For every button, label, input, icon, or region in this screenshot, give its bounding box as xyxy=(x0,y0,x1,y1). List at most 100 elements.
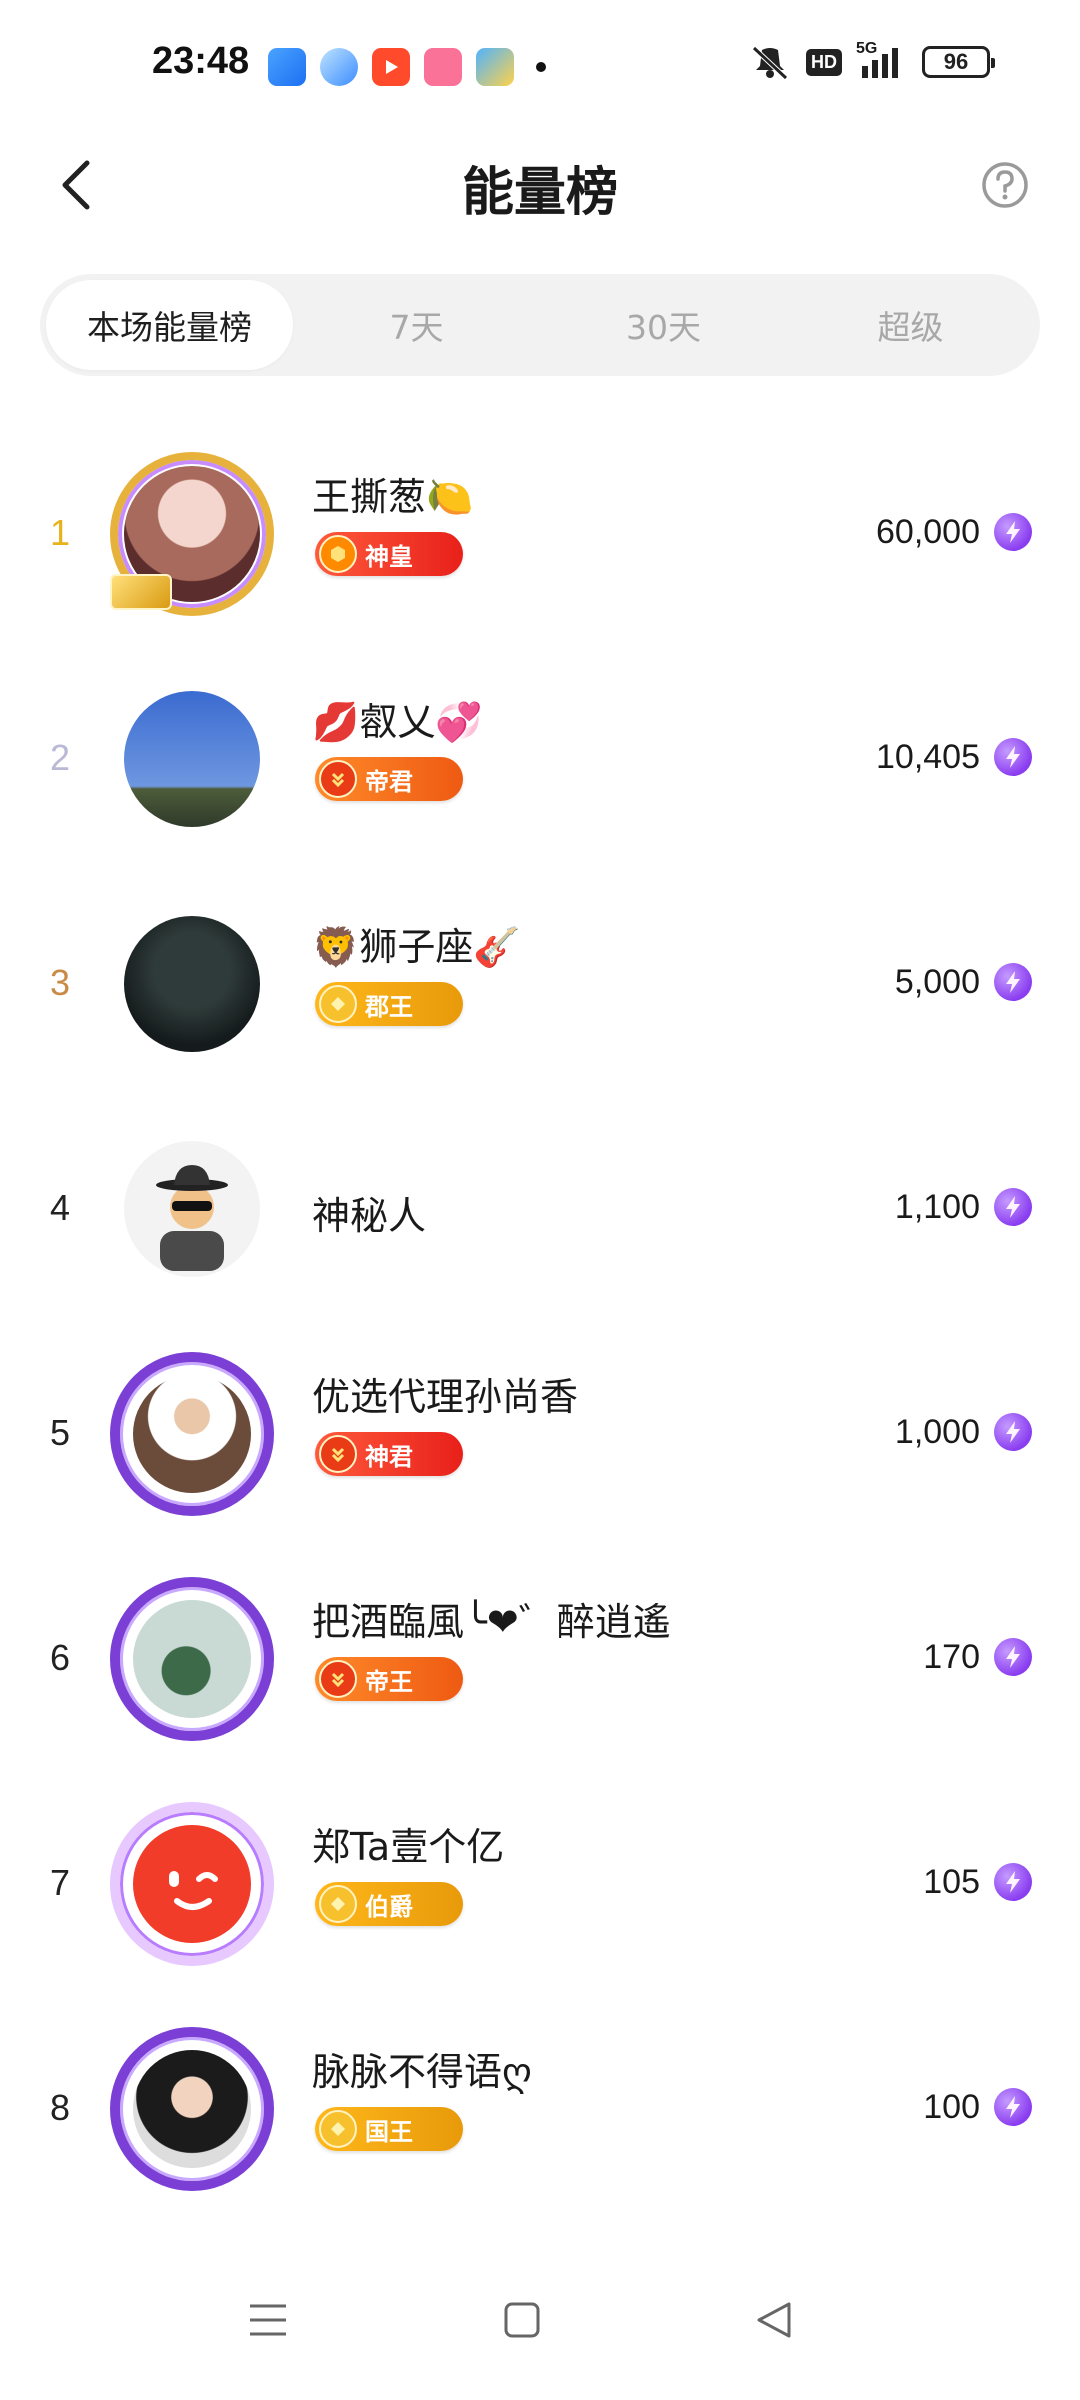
avatar xyxy=(133,1600,251,1718)
energy-score: 5,000 xyxy=(894,963,980,1001)
user-name: 王撕葱🍋 xyxy=(312,475,474,519)
home-button[interactable] xyxy=(482,2280,562,2360)
level-badge: 国王 xyxy=(315,2107,463,2151)
level-badge: 神君 xyxy=(315,1432,463,1476)
rank-number: 7 xyxy=(49,1861,71,1903)
avatar xyxy=(133,1375,251,1493)
feather-app-icon xyxy=(320,48,358,86)
tab-super[interactable]: 超级 xyxy=(787,280,1034,370)
triangle-back-icon xyxy=(757,2302,791,2338)
ranking-row[interactable]: 7 郑Ta壹个亿 伯爵 105 xyxy=(0,1770,1080,1995)
user-name: 🦁狮子座🎸 xyxy=(312,925,521,969)
ranking-row[interactable]: 6 把酒臨風╰❤゛醉逍遙 帝王 170 xyxy=(0,1545,1080,1770)
energy-score: 170 xyxy=(923,1638,980,1676)
square-icon xyxy=(504,2302,540,2338)
ranking-row[interactable]: 8 脉脉不得语ღ 国王 100 xyxy=(0,1995,1080,2220)
lightning-icon xyxy=(994,513,1032,551)
files-app-icon xyxy=(268,48,306,86)
level-badge-label: 神君 xyxy=(365,1442,413,1471)
ranking-row[interactable]: 3 🦁狮子座🎸 郡王 5,000 xyxy=(0,870,1080,1095)
tab-30-days[interactable]: 30天 xyxy=(540,280,787,370)
energy-ranking-page: 23:48 HD 5G 96 能量榜 本场能量榜 7天 30天 超级 1 王撕葱… xyxy=(0,0,1080,2400)
wink-face-avatar xyxy=(133,1825,251,1943)
lightning-icon xyxy=(994,1188,1032,1226)
battery-level: 96 xyxy=(943,49,969,74)
tab-current-session[interactable]: 本场能量榜 xyxy=(46,280,293,370)
energy-score: 10,405 xyxy=(876,738,980,776)
level-badge-icon xyxy=(319,985,357,1023)
avatar-frame xyxy=(110,1127,274,1291)
rank-number: 8 xyxy=(49,2086,71,2128)
mute-icon xyxy=(752,46,788,80)
lightning-icon xyxy=(994,1413,1032,1451)
status-app-icons xyxy=(268,48,546,86)
avatar-frame xyxy=(110,677,274,841)
bilibili-app-icon xyxy=(424,48,462,86)
gold-card-icon xyxy=(110,574,172,610)
avatar-frame xyxy=(110,1802,274,1966)
hd-icon: HD xyxy=(806,48,842,76)
level-badge-label: 帝君 xyxy=(365,767,413,796)
level-badge-label: 伯爵 xyxy=(365,1892,413,1921)
rank-number: 3 xyxy=(49,961,71,1003)
lightning-icon xyxy=(994,738,1032,776)
user-name: 💋㕡乂💞 xyxy=(312,700,483,744)
avatar xyxy=(124,691,260,827)
avatar-frame xyxy=(110,452,274,616)
battery-icon: 96 xyxy=(922,46,995,78)
status-bar: 23:48 HD 5G 96 xyxy=(0,0,1080,130)
rank-number: 6 xyxy=(49,1636,71,1678)
avatar-frame xyxy=(110,902,274,1066)
user-name: 优选代理孙尚香 xyxy=(312,1375,579,1419)
energy-score: 60,000 xyxy=(876,513,980,551)
energy-score: 105 xyxy=(923,1863,980,1901)
mystery-user-avatar xyxy=(124,1141,260,1277)
tab-7-days[interactable]: 7天 xyxy=(293,280,540,370)
ranking-row[interactable]: 4 神秘人 1,100 xyxy=(0,1095,1080,1320)
level-badge-icon xyxy=(319,2110,357,2148)
energy-score: 1,100 xyxy=(894,1188,980,1226)
energy-score: 1,000 xyxy=(894,1413,980,1451)
level-badge-icon xyxy=(319,760,357,798)
video-app-icon xyxy=(372,48,410,86)
ranking-list: 1 王撕葱🍋 神皇 60,000 2 💋㕡乂💞 帝君 10,405 3 🦁狮子座… xyxy=(0,420,1080,2220)
ranking-tabs: 本场能量榜 7天 30天 超级 xyxy=(40,274,1040,376)
question-circle-icon xyxy=(982,162,1028,208)
ranking-row[interactable]: 5 优选代理孙尚香 神君 1,000 xyxy=(0,1320,1080,1545)
rank-number: 5 xyxy=(49,1411,71,1453)
lightning-icon xyxy=(994,1863,1032,1901)
lightning-icon xyxy=(994,1638,1032,1676)
status-time: 23:48 xyxy=(152,40,250,82)
rank-number: 4 xyxy=(49,1186,71,1228)
ranking-row[interactable]: 1 王撕葱🍋 神皇 60,000 xyxy=(0,420,1080,645)
ranking-row[interactable]: 2 💋㕡乂💞 帝君 10,405 xyxy=(0,645,1080,870)
avatar-frame xyxy=(110,1577,274,1741)
user-name: 神秘人 xyxy=(312,1194,427,1238)
page-title: 能量榜 xyxy=(461,163,618,223)
level-badge: 帝君 xyxy=(315,757,463,801)
level-badge: 帝王 xyxy=(315,1657,463,1701)
system-nav-bar xyxy=(0,2240,1080,2400)
level-badge-label: 国王 xyxy=(365,2117,413,2146)
level-badge-icon xyxy=(319,535,357,573)
signal-icon: 5G xyxy=(856,40,908,80)
avatar-frame xyxy=(110,1352,274,1516)
level-badge-icon xyxy=(319,1885,357,1923)
level-badge-icon xyxy=(319,1435,357,1473)
user-name: 郑Ta壹个亿 xyxy=(312,1825,505,1869)
energy-score: 100 xyxy=(923,2088,980,2126)
rank-number: 1 xyxy=(49,511,71,553)
lightning-icon xyxy=(994,963,1032,1001)
level-badge-label: 帝王 xyxy=(365,1667,413,1696)
avatar-frame xyxy=(110,2027,274,2191)
help-button[interactable] xyxy=(970,150,1040,220)
level-badge: 伯爵 xyxy=(315,1882,463,1926)
user-name: 脉脉不得语ღ xyxy=(312,2050,532,2094)
recent-apps-button[interactable] xyxy=(228,2280,308,2360)
weather-app-icon xyxy=(476,48,514,86)
avatar xyxy=(124,916,260,1052)
back-nav-button[interactable] xyxy=(734,2280,814,2360)
rank-number: 2 xyxy=(49,736,71,778)
level-badge-icon xyxy=(319,1660,357,1698)
level-badge-label: 郡王 xyxy=(365,992,413,1021)
